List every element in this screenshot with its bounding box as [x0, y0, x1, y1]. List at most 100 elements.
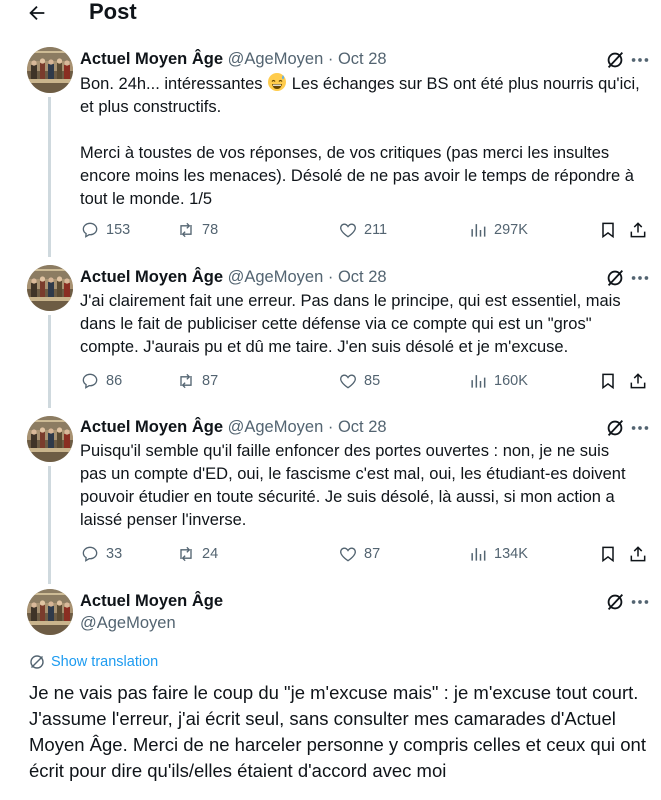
separator-dot: ·: [327, 268, 334, 286]
reply-icon: [82, 222, 98, 238]
author-name[interactable]: Actuel Moyen Âge: [80, 268, 223, 286]
views-icon: [471, 375, 486, 388]
author-name[interactable]: Actuel Moyen Âge: [80, 590, 223, 612]
tweet-header: Actuel Moyen Âge @AgeMoyen · Oct 28: [80, 266, 387, 288]
thread-line: [48, 97, 51, 257]
show-translation-link[interactable]: Show translation: [29, 652, 158, 672]
grok-button[interactable]: [604, 267, 626, 289]
bookmark-button[interactable]: [598, 543, 618, 565]
like-count: 85: [364, 373, 381, 389]
more-button[interactable]: [629, 591, 651, 613]
share-button[interactable]: [628, 219, 648, 241]
more-button[interactable]: [629, 417, 651, 439]
separator-dot: ·: [327, 418, 334, 436]
tweet-actions: 86 87 85 160K: [80, 370, 650, 392]
thread-tweet[interactable]: Actuel Moyen Âge @AgeMoyen · Oct 28 Bon.…: [0, 0, 661, 260]
heart-icon: [340, 223, 356, 238]
more-dots-icon: [631, 58, 649, 62]
author-handle[interactable]: @AgeMoyen: [228, 268, 324, 286]
share-button[interactable]: [628, 370, 648, 392]
like-button[interactable]: 211: [338, 219, 387, 241]
author-handle[interactable]: @AgeMoyen: [228, 50, 324, 68]
reply-button[interactable]: 33: [80, 543, 122, 565]
grok-icon: [607, 52, 624, 68]
tweet-header: Actuel Moyen Âge @AgeMoyen · Oct 28: [80, 416, 387, 438]
share-button[interactable]: [628, 543, 648, 565]
tweet-actions: 153 78 211 297K: [80, 219, 650, 241]
bookmark-button[interactable]: [598, 219, 618, 241]
grok-icon: [607, 270, 624, 286]
author-handle[interactable]: @AgeMoyen: [228, 418, 324, 436]
reply-button[interactable]: 86: [80, 370, 122, 392]
separator-dot: ·: [327, 50, 334, 68]
more-dots-icon: [631, 276, 649, 280]
thread-line: [48, 315, 51, 408]
tweet-actions: 33 24 87 134K: [80, 543, 650, 565]
tweet-text: J'ai clairement fait une erreur. Pas dan…: [80, 292, 621, 356]
like-button[interactable]: 85: [338, 370, 380, 392]
bookmark-icon: [602, 222, 614, 239]
tweet-date[interactable]: Oct 28: [338, 268, 387, 286]
reply-count: 86: [106, 373, 123, 389]
avatar[interactable]: [27, 47, 73, 93]
tweet-paragraph: Merci à toustes de vos réponses, de vos …: [80, 144, 634, 208]
more-button[interactable]: [629, 267, 651, 289]
grinning-sweat-emoji-icon: [268, 73, 287, 91]
show-translation-label: Show translation: [51, 654, 159, 670]
heart-icon: [340, 547, 356, 562]
repost-count: 24: [202, 546, 219, 562]
views-button[interactable]: 134K: [468, 543, 528, 565]
reply-icon: [82, 546, 98, 562]
like-count: 211: [364, 222, 388, 238]
share-icon: [630, 222, 646, 238]
tweet-date[interactable]: Oct 28: [338, 50, 387, 68]
views-icon: [471, 224, 486, 237]
views-icon: [471, 548, 486, 561]
tweet-paragraph: Bon. 24h... intéressantes Les échanges s…: [80, 72, 640, 119]
author-handle[interactable]: @AgeMoyen: [80, 612, 176, 634]
repost-button[interactable]: 87: [176, 370, 218, 392]
views-button[interactable]: 297K: [468, 219, 528, 241]
more-dots-icon: [631, 426, 649, 430]
more-dots-icon: [631, 600, 649, 604]
like-count: 87: [364, 546, 381, 562]
paragraph-text: Bon. 24h... intéressantes: [80, 75, 263, 93]
share-icon: [630, 546, 646, 562]
grok-button[interactable]: [604, 417, 626, 439]
bookmark-icon: [602, 546, 614, 563]
repost-icon: [180, 546, 192, 562]
views-count: 297K: [494, 222, 528, 238]
avatar[interactable]: [27, 265, 73, 311]
repost-button[interactable]: 78: [176, 219, 218, 241]
share-icon: [630, 373, 646, 389]
more-button[interactable]: [629, 49, 651, 71]
like-button[interactable]: 87: [338, 543, 380, 565]
views-count: 134K: [494, 546, 528, 562]
avatar[interactable]: [27, 416, 73, 462]
tweet-text: Puisqu'il semble qu'il faille enfoncer d…: [80, 442, 626, 529]
tweet-date[interactable]: Oct 28: [338, 418, 387, 436]
grok-icon: [607, 594, 624, 610]
grok-button[interactable]: [604, 591, 626, 613]
reply-button[interactable]: 153: [80, 219, 130, 241]
repost-count: 87: [202, 373, 219, 389]
repost-button[interactable]: 24: [176, 543, 218, 565]
bookmark-button[interactable]: [598, 370, 618, 392]
reply-count: 153: [106, 222, 131, 238]
tweet-header: Actuel Moyen Âge @AgeMoyen · Oct 28: [80, 48, 387, 70]
author-name[interactable]: Actuel Moyen Âge: [80, 50, 223, 68]
avatar[interactable]: [27, 589, 73, 635]
author-name[interactable]: Actuel Moyen Âge: [80, 418, 223, 436]
repost-icon: [180, 222, 192, 238]
thread-tweet[interactable]: Actuel Moyen Âge @AgeMoyen · Oct 28 Puis…: [0, 414, 661, 586]
views-button[interactable]: 160K: [468, 370, 528, 392]
reply-icon: [82, 373, 98, 389]
grok-icon: [607, 420, 624, 436]
views-count: 160K: [494, 373, 528, 389]
grok-button[interactable]: [604, 49, 626, 71]
bookmark-icon: [602, 373, 614, 390]
repost-count: 78: [202, 222, 219, 238]
thread-tweet[interactable]: Actuel Moyen Âge @AgeMoyen · Oct 28 J'ai…: [0, 262, 661, 410]
main-tweet-text: Je ne vais pas faire le coup du "je m'ex…: [29, 682, 646, 781]
heart-icon: [340, 374, 356, 389]
